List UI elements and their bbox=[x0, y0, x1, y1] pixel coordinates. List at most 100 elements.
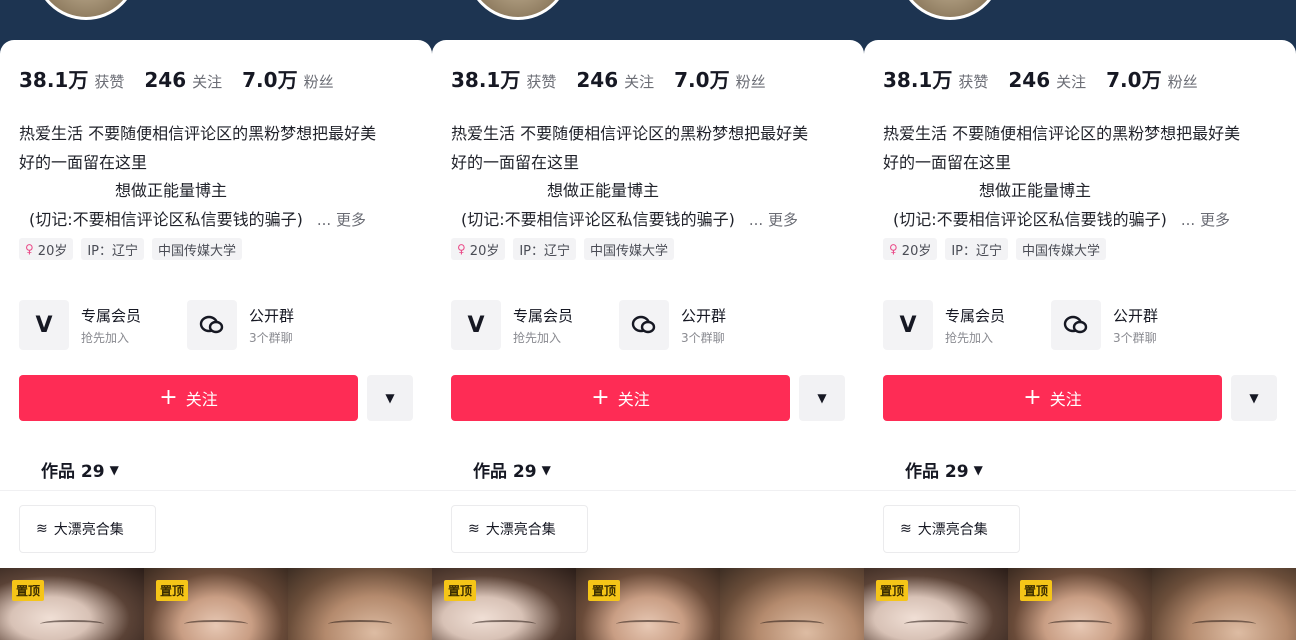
follow-button[interactable]: + 关注 bbox=[451, 375, 790, 421]
follow-row: + 关注 ▼ bbox=[883, 375, 1277, 421]
profile-bio: 热爱生活 不要随便相信评论区的黑粉梦想把最好美 好的一面留在这里 想做正能量博主… bbox=[451, 120, 851, 234]
feature-entries: V 专属会员 抢先加入 公开群 3个群聊 bbox=[451, 300, 787, 350]
school-label: 中国传媒大学 bbox=[590, 243, 669, 259]
likes-stat[interactable]: 38.1万 获赞 bbox=[883, 64, 988, 93]
following-stat[interactable]: 246 关注 bbox=[144, 68, 222, 92]
more-options-button[interactable]: ▼ bbox=[1231, 375, 1277, 421]
profile-card: 38.1万 获赞 246 关注 7.0万 粉丝 热爱生活 不要随便相信评论区的黑… bbox=[0, 40, 432, 640]
video-thumbnail[interactable]: 置顶 bbox=[432, 568, 576, 640]
following-count: 246 bbox=[1008, 68, 1051, 92]
video-thumbnail[interactable] bbox=[1152, 568, 1296, 640]
profile-stats: 38.1万 获赞 246 关注 7.0万 粉丝 bbox=[19, 64, 354, 93]
video-thumbnail[interactable]: 置顶 bbox=[0, 568, 144, 640]
layers-icon: ≋ bbox=[468, 521, 480, 537]
follow-button[interactable]: + 关注 bbox=[883, 375, 1222, 421]
member-entry[interactable]: V 专属会员 抢先加入 bbox=[883, 300, 1031, 350]
v-logo-icon: V bbox=[19, 300, 69, 350]
pinned-badge: 置顶 bbox=[588, 580, 621, 601]
bio-line-4: (切记:不要相信评论区私信要钱的骗子) bbox=[893, 209, 1167, 229]
profile-stats: 38.1万 获赞 246 关注 7.0万 粉丝 bbox=[451, 64, 786, 93]
group-entry[interactable]: 公开群 3个群聊 bbox=[619, 300, 767, 350]
following-count: 246 bbox=[576, 68, 619, 92]
thumbnail-image-detail bbox=[1192, 620, 1256, 628]
ip-tag: IP：辽宁 bbox=[945, 238, 1009, 260]
bio-line-1: 热爱生活 不要随便相信评论区的黑粉梦想把最好美 bbox=[451, 124, 809, 143]
pinned-badge: 置顶 bbox=[444, 580, 477, 601]
thumbnail-image-detail bbox=[328, 620, 392, 628]
plus-icon: + bbox=[591, 385, 610, 410]
followers-stat[interactable]: 7.0万 粉丝 bbox=[242, 64, 333, 93]
likes-count: 38.1万 bbox=[19, 68, 89, 92]
group-entry[interactable]: 公开群 3个群聊 bbox=[187, 300, 335, 350]
school-tag[interactable]: 中国传媒大学 bbox=[584, 238, 675, 260]
thumbnail-image-detail bbox=[40, 620, 104, 628]
bio-more-link[interactable]: ... 更多 bbox=[749, 206, 798, 235]
followers-stat[interactable]: 7.0万 粉丝 bbox=[1106, 64, 1197, 93]
collection-label: 大漂亮合集 bbox=[917, 522, 988, 538]
group-entry[interactable]: 公开群 3个群聊 bbox=[1051, 300, 1199, 350]
school-label: 中国传媒大学 bbox=[158, 243, 237, 259]
collection-chip[interactable]: ≋ 大漂亮合集 bbox=[451, 505, 588, 553]
bio-line-4: (切记:不要相信评论区私信要钱的骗子) bbox=[461, 209, 735, 229]
following-stat[interactable]: 246 关注 bbox=[1008, 68, 1086, 92]
v-logo-icon: V bbox=[451, 300, 501, 350]
follow-button[interactable]: + 关注 bbox=[19, 375, 358, 421]
group-text: 公开群 3个群聊 bbox=[1113, 305, 1158, 346]
video-grid: 置顶 置顶 bbox=[864, 568, 1296, 640]
more-options-button[interactable]: ▼ bbox=[367, 375, 413, 421]
bio-line-3: 想做正能量博主 bbox=[979, 181, 1092, 200]
chat-bubble-svg bbox=[199, 315, 224, 334]
followers-count: 7.0万 bbox=[242, 68, 298, 92]
profile-tags: ♀ 20岁 IP：辽宁 中国传媒大学 bbox=[451, 238, 682, 260]
school-tag[interactable]: 中国传媒大学 bbox=[152, 238, 243, 260]
caret-down-icon: ▼ bbox=[385, 391, 395, 405]
profile-panel: 38.1万 获赞 246 关注 7.0万 粉丝 热爱生活 不要随便相信评论区的黑… bbox=[0, 0, 432, 640]
member-entry[interactable]: V 专属会员 抢先加入 bbox=[19, 300, 167, 350]
group-subtitle: 3个群聊 bbox=[1113, 330, 1157, 345]
video-thumbnail[interactable]: 置顶 bbox=[576, 568, 720, 640]
profile-bio: 热爱生活 不要随便相信评论区的黑粉梦想把最好美 好的一面留在这里 想做正能量博主… bbox=[19, 120, 419, 234]
bio-line-1: 热爱生活 不要随便相信评论区的黑粉梦想把最好美 bbox=[19, 124, 377, 143]
member-entry[interactable]: V 专属会员 抢先加入 bbox=[451, 300, 599, 350]
member-text: 专属会员 抢先加入 bbox=[513, 305, 573, 346]
followers-label: 粉丝 bbox=[735, 73, 766, 91]
school-label: 中国传媒大学 bbox=[1022, 243, 1101, 259]
pinned-badge: 置顶 bbox=[876, 580, 909, 601]
likes-stat[interactable]: 38.1万 获赞 bbox=[451, 64, 556, 93]
more-options-button[interactable]: ▼ bbox=[799, 375, 845, 421]
profile-tags: ♀ 20岁 IP：辽宁 中国传媒大学 bbox=[883, 238, 1114, 260]
collection-chip[interactable]: ≋ 大漂亮合集 bbox=[19, 505, 156, 553]
works-label: 作品 29 bbox=[473, 462, 537, 482]
layers-icon: ≋ bbox=[36, 521, 48, 537]
bio-more-link[interactable]: ... 更多 bbox=[317, 206, 366, 235]
likes-count: 38.1万 bbox=[883, 68, 953, 92]
likes-label: 获赞 bbox=[94, 73, 125, 91]
school-tag[interactable]: 中国传媒大学 bbox=[1016, 238, 1107, 260]
video-thumbnail[interactable] bbox=[288, 568, 432, 640]
following-stat[interactable]: 246 关注 bbox=[576, 68, 654, 92]
video-thumbnail[interactable]: 置顶 bbox=[144, 568, 288, 640]
tab-works[interactable]: 作品 29 ▼ bbox=[905, 457, 983, 482]
follow-row: + 关注 ▼ bbox=[451, 375, 845, 421]
collection-chip[interactable]: ≋ 大漂亮合集 bbox=[883, 505, 1020, 553]
chat-bubble-svg bbox=[1063, 315, 1088, 334]
plus-icon: + bbox=[1023, 385, 1042, 410]
followers-stat[interactable]: 7.0万 粉丝 bbox=[674, 64, 765, 93]
following-label: 关注 bbox=[192, 73, 223, 91]
member-title: 专属会员 bbox=[513, 306, 574, 325]
profile-bio: 热爱生活 不要随便相信评论区的黑粉梦想把最好美 好的一面留在这里 想做正能量博主… bbox=[883, 120, 1283, 234]
video-thumbnail[interactable]: 置顶 bbox=[1008, 568, 1152, 640]
likes-label: 获赞 bbox=[526, 73, 557, 91]
followers-label: 粉丝 bbox=[1167, 73, 1198, 91]
caret-down-icon: ▼ bbox=[109, 462, 119, 477]
tab-works[interactable]: 作品 29 ▼ bbox=[473, 457, 551, 482]
bio-line-2: 好的一面留在这里 bbox=[883, 152, 1012, 172]
bio-more-link[interactable]: ... 更多 bbox=[1181, 206, 1230, 235]
video-thumbnail[interactable] bbox=[720, 568, 864, 640]
tab-works[interactable]: 作品 29 ▼ bbox=[41, 457, 119, 482]
likes-stat[interactable]: 38.1万 获赞 bbox=[19, 64, 124, 93]
divider bbox=[432, 490, 864, 491]
followers-label: 粉丝 bbox=[303, 73, 334, 91]
video-thumbnail[interactable]: 置顶 bbox=[864, 568, 1008, 640]
bio-line-4: (切记:不要相信评论区私信要钱的骗子) bbox=[29, 209, 303, 229]
